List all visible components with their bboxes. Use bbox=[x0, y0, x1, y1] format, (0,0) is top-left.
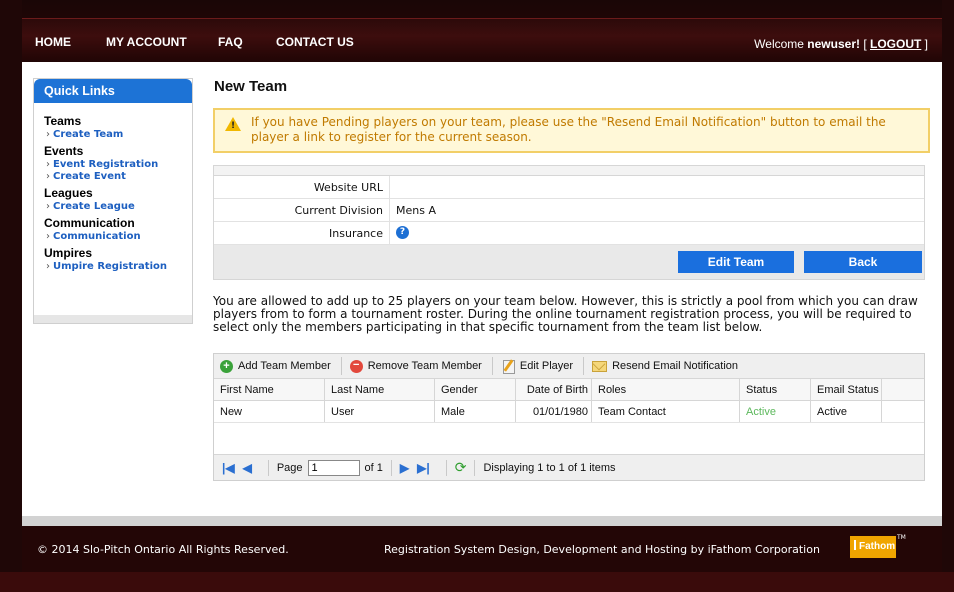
remove-team-member-button[interactable]: − Remove Team Member bbox=[349, 359, 482, 373]
sidebar-link-event-registration[interactable]: › Event Registration bbox=[44, 159, 182, 171]
page-title: New Team bbox=[214, 78, 288, 95]
page-number-input[interactable] bbox=[307, 459, 360, 476]
copyright-text: © 2014 Slo-Pitch Ontario All Rights Rese… bbox=[37, 543, 289, 556]
cell-status: Active bbox=[740, 401, 811, 422]
nav-home[interactable]: HOME bbox=[35, 35, 71, 49]
field-value: Mens A bbox=[396, 203, 436, 217]
sidebar-link-create-league[interactable]: › Create League bbox=[44, 201, 182, 213]
warning-icon bbox=[225, 117, 241, 134]
remove-icon: − bbox=[349, 359, 363, 373]
sidebar-link-communication[interactable]: › Communication bbox=[44, 231, 182, 243]
field-label: Website URL bbox=[214, 176, 390, 198]
column-roles[interactable]: Roles bbox=[592, 379, 740, 400]
edit-team-button[interactable]: Edit Team bbox=[678, 251, 794, 273]
mail-icon bbox=[592, 360, 608, 372]
notice-text: If you have Pending players on your team… bbox=[251, 115, 886, 144]
prev-page-icon[interactable]: ◀ bbox=[243, 461, 252, 475]
content-area: Quick Links Teams › Create Team Events › E… bbox=[22, 62, 942, 516]
edit-player-button[interactable]: Edit Player bbox=[501, 359, 573, 374]
page-count: of 1 bbox=[364, 461, 383, 474]
nav-faq[interactable]: FAQ bbox=[218, 35, 243, 49]
help-icon[interactable]: ? bbox=[396, 226, 409, 239]
roster-info-text: You are allowed to add up to 25 players … bbox=[213, 294, 918, 334]
top-navigation: HOME MY ACCOUNT FAQ CONTACT US Welcome n… bbox=[22, 18, 942, 62]
grid-header: First Name Last Name Gender Date of Birt… bbox=[214, 379, 924, 401]
username: newuser! bbox=[807, 37, 860, 51]
ifathom-logo[interactable]: Fathom bbox=[850, 536, 896, 558]
welcome-message: Welcome newuser! [ LOGOUT ] bbox=[754, 37, 928, 51]
quick-links-title: Quick Links bbox=[34, 79, 192, 103]
action-bar: Edit Team Back bbox=[214, 245, 924, 279]
sidebar-category-teams: Teams bbox=[44, 114, 82, 128]
sidebar-category-communication: Communication bbox=[44, 216, 135, 230]
last-page-icon[interactable]: ▶| bbox=[417, 461, 430, 475]
nav-my-account[interactable]: MY ACCOUNT bbox=[106, 35, 187, 49]
sidebar-link-create-team[interactable]: › Create Team bbox=[44, 129, 182, 141]
column-status[interactable]: Status bbox=[740, 379, 811, 400]
grid-pager: |◀ ◀ Page of 1 ▶ ▶| ⟳ Displaying 1 to 1 … bbox=[214, 454, 924, 480]
column-email-status[interactable]: Email Status bbox=[811, 379, 882, 400]
sidebar-link-create-event[interactable]: › Create Event bbox=[44, 171, 182, 183]
logo-trademark: TM bbox=[897, 534, 906, 541]
resend-email-button[interactable]: Resend Email Notification bbox=[592, 360, 738, 372]
cell-first-name: New bbox=[214, 401, 325, 422]
logout-close: ] bbox=[921, 37, 928, 51]
nav-contact-us[interactable]: CONTACT US bbox=[276, 35, 354, 49]
cell-gender: Male bbox=[435, 401, 516, 422]
next-page-icon[interactable]: ▶ bbox=[400, 461, 409, 475]
sidebar-category-events: Events bbox=[44, 144, 84, 158]
quick-links-footer bbox=[34, 315, 192, 323]
column-first-name[interactable]: First Name bbox=[214, 379, 325, 400]
first-page-icon[interactable]: |◀ bbox=[222, 461, 235, 475]
add-team-member-button[interactable]: + Add Team Member bbox=[220, 359, 331, 373]
page-label: Page bbox=[276, 461, 303, 474]
welcome-prefix: Welcome bbox=[754, 37, 808, 51]
field-website-url: Website URL bbox=[214, 176, 924, 199]
field-insurance: Insurance ? bbox=[214, 222, 924, 245]
table-row[interactable]: New User Male 01/01/1980 Team Contact Ac… bbox=[214, 401, 924, 423]
sidebar-category-umpires: Umpires bbox=[44, 246, 93, 260]
displaying-text: Displaying 1 to 1 of 1 items bbox=[483, 461, 616, 474]
sidebar-category-leagues: Leagues bbox=[44, 186, 93, 200]
field-label: Insurance bbox=[214, 222, 390, 244]
frame-bottom bbox=[0, 572, 954, 592]
column-last-name[interactable]: Last Name bbox=[325, 379, 435, 400]
column-date-of-birth[interactable]: Date of Birth bbox=[516, 379, 592, 400]
logout-link[interactable]: LOGOUT bbox=[870, 37, 921, 51]
pending-players-notice: If you have Pending players on your team… bbox=[213, 108, 930, 153]
credit-text: Registration System Design, Development … bbox=[384, 543, 820, 556]
refresh-icon[interactable]: ⟳ bbox=[455, 459, 467, 476]
add-icon: + bbox=[220, 359, 233, 373]
cell-roles: Team Contact bbox=[592, 401, 740, 422]
field-label: Current Division bbox=[214, 199, 390, 221]
column-gender[interactable]: Gender bbox=[435, 379, 516, 400]
footer: © 2014 Slo-Pitch Ontario All Rights Rese… bbox=[22, 526, 942, 572]
footer-strip bbox=[22, 516, 942, 526]
cell-last-name: User bbox=[325, 401, 435, 422]
cell-date-of-birth: 01/01/1980 bbox=[516, 401, 592, 422]
quick-links-panel: Quick Links Teams › Create Team Events › E… bbox=[33, 78, 193, 324]
edit-icon bbox=[501, 359, 515, 374]
cell-email-status: Active bbox=[811, 401, 882, 422]
sidebar-link-umpire-registration[interactable]: › Umpire Registration bbox=[44, 261, 182, 273]
back-button[interactable]: Back bbox=[804, 251, 922, 273]
team-members-grid: + Add Team Member − Remove Team Member Edi… bbox=[213, 353, 925, 481]
frame-left bbox=[0, 0, 22, 592]
team-info-table: Website URL Current Division Mens A Insu… bbox=[213, 165, 925, 280]
field-current-division: Current Division Mens A bbox=[214, 199, 924, 222]
grid-toolbar: + Add Team Member − Remove Team Member Edi… bbox=[214, 354, 924, 379]
logout-open: [ bbox=[859, 37, 870, 51]
frame-right bbox=[942, 0, 954, 592]
